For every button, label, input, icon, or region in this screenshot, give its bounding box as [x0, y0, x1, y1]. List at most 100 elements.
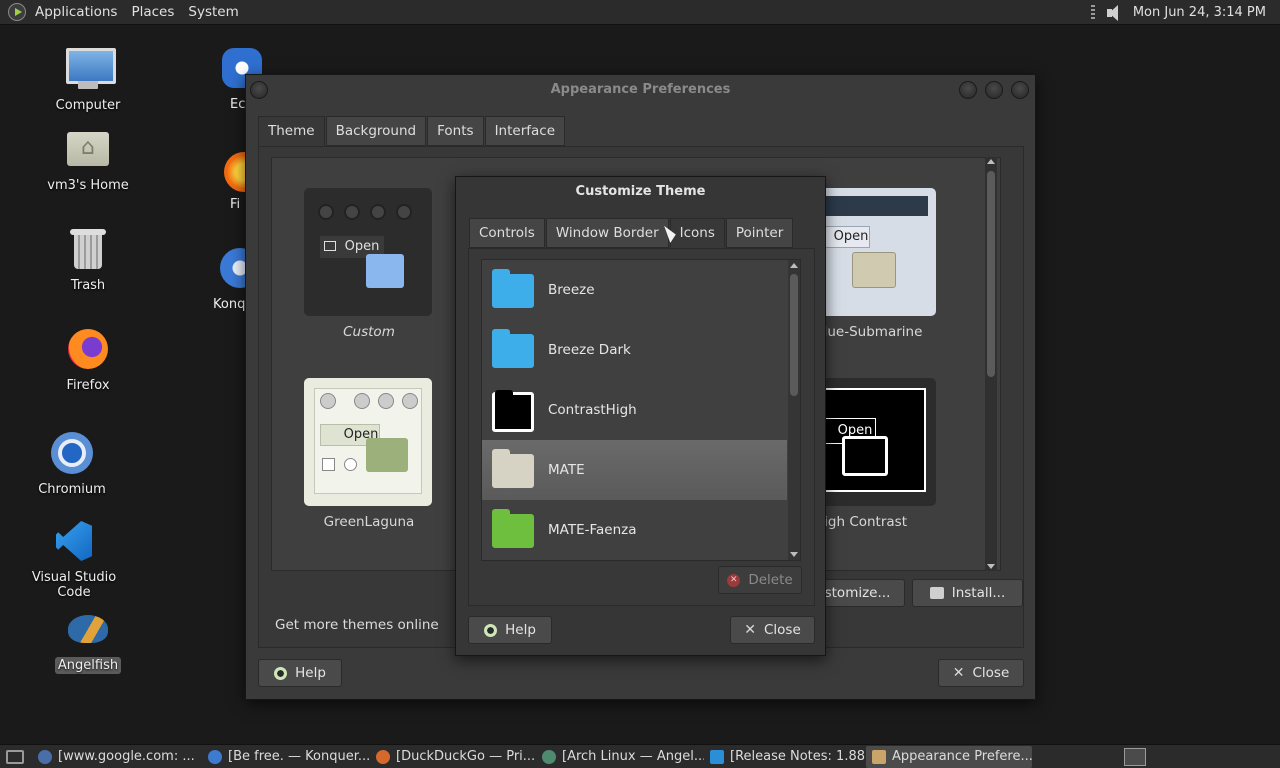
desktop-icon-trash[interactable]: Trash	[38, 225, 138, 294]
show-desktop-icon[interactable]	[6, 749, 24, 764]
folder-icon	[366, 438, 408, 472]
desktop-icon-label[interactable]: Ec	[230, 97, 245, 112]
desktop-icon-chromium[interactable]: Chromium	[22, 429, 122, 498]
desktop-icon-label: vm3's Home	[47, 178, 129, 193]
task-konqueror[interactable]: [Be free. — Konquer...	[202, 746, 370, 768]
scroll-down-icon[interactable]	[790, 552, 798, 557]
get-more-themes-link[interactable]: Get more themes online	[275, 617, 439, 633]
tab-controls[interactable]: Controls	[469, 218, 545, 248]
theme-preview: Open	[808, 378, 936, 506]
desktop-icon-label: Visual Studio Code	[31, 570, 117, 600]
menu-applications[interactable]: Applications	[28, 4, 124, 20]
theme-greenlaguna[interactable]: Open GreenLaguna	[304, 378, 434, 530]
close-window-button[interactable]	[1011, 81, 1029, 99]
mate-logo-icon[interactable]	[8, 3, 26, 21]
desktop-icon-angelfish[interactable]: Angelfish	[38, 605, 138, 674]
folder-icon	[852, 252, 896, 288]
konqueror-icon	[208, 749, 222, 764]
theme-custom[interactable]: Open Custom	[304, 188, 434, 340]
folder-icon	[490, 509, 536, 550]
install-button[interactable]: Install...	[912, 579, 1023, 607]
preview-button-icon	[318, 204, 334, 220]
install-icon	[929, 587, 944, 599]
task-google[interactable]: [www.google.com: ...	[32, 746, 202, 768]
folder-icon	[490, 269, 536, 310]
scrollbar-thumb[interactable]	[987, 171, 995, 377]
scroll-down-icon[interactable]	[987, 564, 995, 569]
window-menu-button[interactable]	[250, 81, 268, 99]
delete-button[interactable]: ✕ Delete	[718, 566, 802, 594]
tray-handle-icon[interactable]	[1090, 4, 1095, 21]
menu-system[interactable]: System	[181, 4, 245, 20]
maximize-button[interactable]	[985, 81, 1003, 99]
customize-tabs: Controls Window Border Icons Pointer	[469, 218, 794, 248]
minimize-button[interactable]	[959, 81, 977, 99]
theme-preview: Open	[304, 378, 432, 506]
delete-icon: ✕	[727, 573, 741, 587]
dialog-help-button[interactable]: Help	[468, 616, 552, 644]
desktop-icon-label[interactable]: Konq	[213, 297, 245, 312]
volume-icon[interactable]	[1105, 4, 1123, 22]
preview-button-icon	[396, 204, 412, 220]
theme-name: lue-Submarine	[823, 324, 923, 340]
appearance-tabs: Theme Background Fonts Interface	[258, 116, 566, 146]
list-item-mate-faenza[interactable]: MATE-Faenza	[482, 500, 787, 560]
task-arch-linux[interactable]: [Arch Linux — Angel...	[536, 746, 704, 768]
delete-label: Delete	[748, 572, 793, 588]
install-label: Install...	[951, 585, 1006, 601]
task-release-notes[interactable]: [Release Notes: 1.88....	[704, 746, 866, 768]
task-label: [www.google.com: ...	[58, 749, 195, 764]
list-item-label: MATE-Faenza	[548, 522, 637, 538]
close-button[interactable]: ✕ Close	[938, 659, 1024, 687]
help-label: Help	[505, 622, 536, 638]
task-label: [Arch Linux — Angel...	[562, 749, 704, 764]
tab-fonts[interactable]: Fonts	[427, 116, 484, 146]
clock[interactable]: Mon Jun 24, 3:14 PM	[1133, 5, 1266, 20]
list-item-breeze[interactable]: Breeze	[482, 260, 787, 320]
tab-window-border[interactable]: Window Border	[545, 218, 669, 248]
scroll-up-icon[interactable]	[790, 263, 798, 268]
help-button[interactable]: Help	[258, 659, 342, 687]
folder-open-icon	[324, 241, 336, 251]
workspace-switcher[interactable]	[1124, 748, 1146, 766]
tab-interface[interactable]: Interface	[484, 116, 566, 146]
task-appearance[interactable]: Appearance Prefere...	[866, 745, 1032, 768]
trash-icon	[64, 225, 112, 273]
radio-icon	[344, 458, 357, 471]
list-item-breeze-dark[interactable]: Breeze Dark	[482, 320, 787, 380]
theme-grid-scrollbar[interactable]	[985, 157, 997, 571]
theme-preview: Open	[304, 188, 432, 316]
desktop-icon-computer[interactable]: Computer	[38, 45, 138, 114]
close-label: Close	[972, 665, 1010, 681]
tab-theme[interactable]: Theme	[258, 116, 325, 146]
task-duckduckgo[interactable]: [DuckDuckGo — Pri...	[370, 746, 536, 768]
desktop-icon-label: Computer	[55, 98, 121, 113]
customize-theme-dialog: Customize Theme Controls Window Border I…	[455, 176, 826, 656]
icons-tab-panel: Breeze Breeze Dark ContrastHigh MATE MAT…	[468, 248, 815, 606]
list-item-label: Breeze Dark	[548, 342, 631, 358]
top-panel: Applications Places System Mon Jun 24, 3…	[0, 0, 1280, 25]
menu-places[interactable]: Places	[124, 4, 181, 20]
folder-icon	[490, 329, 536, 370]
desktop-icon-vscode[interactable]: Visual Studio Code	[14, 517, 134, 601]
icon-theme-list[interactable]: Breeze Breeze Dark ContrastHigh MATE MAT…	[481, 259, 801, 561]
preview-button-icon	[402, 393, 418, 409]
desktop-icon-home[interactable]: vm3's Home	[38, 125, 138, 194]
list-item-contrasthigh[interactable]: ContrastHigh	[482, 380, 787, 440]
system-tray: Mon Jun 24, 3:14 PM	[1090, 0, 1266, 25]
desktop-icon-firefox[interactable]: Firefox	[38, 325, 138, 394]
scroll-up-icon[interactable]	[987, 159, 995, 164]
scrollbar-thumb[interactable]	[790, 274, 798, 396]
close-label: Close	[763, 622, 801, 638]
tab-pointer[interactable]: Pointer	[725, 218, 794, 248]
preview-button-icon	[378, 393, 394, 409]
icon-list-scrollbar[interactable]	[788, 260, 800, 560]
theme-blue-submarine[interactable]: Open lue-Submarine	[808, 188, 938, 340]
help-label: Help	[295, 665, 326, 681]
list-item-mate[interactable]: MATE	[482, 440, 787, 500]
desktop-icon-label[interactable]: Fi	[230, 197, 240, 212]
tab-background[interactable]: Background	[325, 116, 427, 146]
theme-high-contrast[interactable]: Open High Contrast	[808, 378, 938, 530]
dialog-close-button[interactable]: ✕ Close	[730, 616, 815, 644]
tab-icons[interactable]: Icons	[669, 218, 725, 248]
